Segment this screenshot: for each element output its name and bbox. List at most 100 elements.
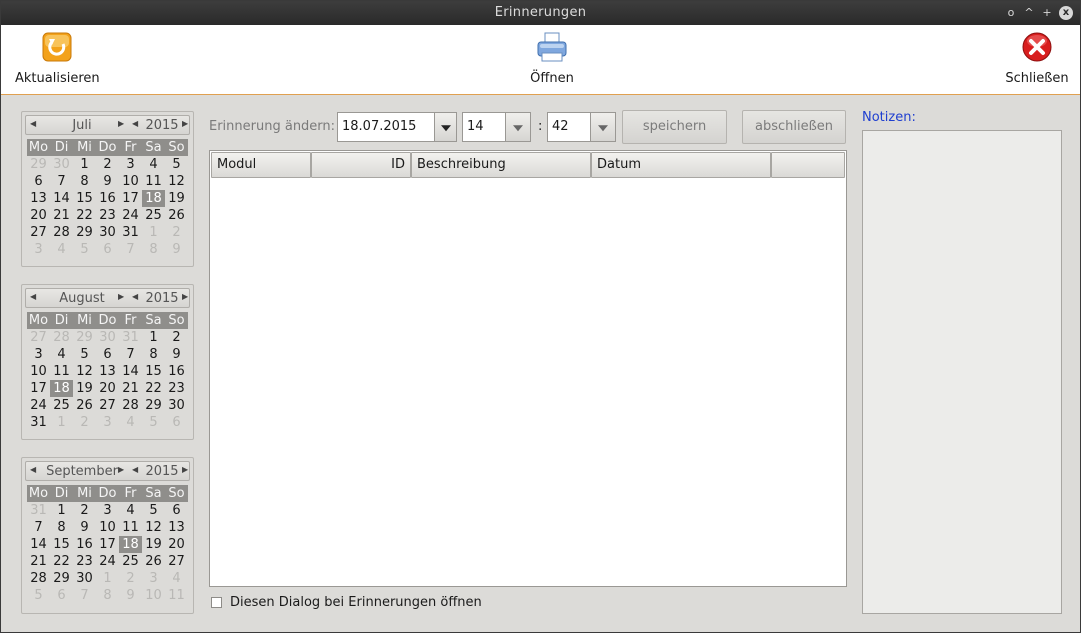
- calendar-day[interactable]: 10: [119, 173, 142, 190]
- calendar-day[interactable]: 28: [119, 397, 142, 414]
- calendar-day[interactable]: 6: [96, 241, 119, 258]
- calendar-day[interactable]: 15: [50, 536, 73, 553]
- calendar-day[interactable]: 30: [165, 397, 188, 414]
- calendar-day[interactable]: 8: [96, 587, 119, 604]
- calendar-day[interactable]: 14: [119, 363, 142, 380]
- calendar-day[interactable]: 10: [27, 363, 50, 380]
- calendar-day[interactable]: 27: [27, 329, 50, 346]
- calendar-day[interactable]: 13: [27, 190, 50, 207]
- calendar-day[interactable]: 19: [73, 380, 96, 397]
- calendar-day[interactable]: 21: [50, 207, 73, 224]
- prev-year-icon[interactable]: ◀: [132, 292, 138, 301]
- calendar-day[interactable]: 9: [165, 346, 188, 363]
- minute-dropdown-button[interactable]: [590, 112, 616, 142]
- calendar-day[interactable]: 11: [142, 173, 165, 190]
- date-dropdown-button[interactable]: [434, 112, 457, 142]
- next-month-icon[interactable]: ▶: [118, 119, 124, 128]
- calendar-day[interactable]: 27: [27, 224, 50, 241]
- reminders-table[interactable]: Modul ID Beschreibung Datum: [209, 150, 847, 587]
- calendar-day[interactable]: 26: [165, 207, 188, 224]
- prev-month-icon[interactable]: ◀: [30, 119, 36, 128]
- calendar-day[interactable]: 8: [73, 173, 96, 190]
- window-close-icon[interactable]: x: [1059, 6, 1073, 20]
- calendar-day[interactable]: 25: [50, 397, 73, 414]
- calendar-day[interactable]: 3: [96, 414, 119, 431]
- calendar-day[interactable]: 23: [96, 207, 119, 224]
- column-header-extra[interactable]: [771, 152, 845, 178]
- next-year-icon[interactable]: ▶: [182, 119, 188, 128]
- calendar-day[interactable]: 4: [119, 502, 142, 519]
- calendar-day[interactable]: 3: [27, 241, 50, 258]
- calendar-day[interactable]: 28: [50, 329, 73, 346]
- calendar-day[interactable]: 1: [73, 156, 96, 173]
- calendar-day[interactable]: 24: [27, 397, 50, 414]
- calendar-day[interactable]: 11: [119, 519, 142, 536]
- calendar-day[interactable]: 12: [73, 363, 96, 380]
- calendar-day[interactable]: 16: [96, 190, 119, 207]
- next-month-icon[interactable]: ▶: [118, 292, 124, 301]
- calendar-day[interactable]: 1: [142, 329, 165, 346]
- next-year-icon[interactable]: ▶: [182, 465, 188, 474]
- calendar-day[interactable]: 8: [142, 346, 165, 363]
- calendar-day[interactable]: 31: [119, 329, 142, 346]
- calendar-day[interactable]: 7: [119, 241, 142, 258]
- calendar-day[interactable]: 15: [73, 190, 96, 207]
- calendar-day[interactable]: 4: [50, 241, 73, 258]
- calendar-day[interactable]: 9: [73, 519, 96, 536]
- calendar-day[interactable]: 3: [27, 346, 50, 363]
- calendar-day[interactable]: 30: [96, 329, 119, 346]
- calendar-day[interactable]: 9: [96, 173, 119, 190]
- calendar-day[interactable]: 26: [142, 553, 165, 570]
- calendar-day[interactable]: 15: [142, 363, 165, 380]
- minute-field[interactable]: 42: [547, 112, 591, 142]
- calendar-day[interactable]: 2: [96, 156, 119, 173]
- calendar-day[interactable]: 2: [119, 570, 142, 587]
- calendar-day[interactable]: 7: [27, 519, 50, 536]
- calendar-day[interactable]: 6: [50, 587, 73, 604]
- calendar-day[interactable]: 2: [73, 502, 96, 519]
- calendar-day[interactable]: 2: [165, 329, 188, 346]
- calendar-day[interactable]: 7: [73, 587, 96, 604]
- calendar-day[interactable]: 18: [142, 190, 165, 207]
- calendar-day[interactable]: 11: [50, 363, 73, 380]
- calendar-day[interactable]: 21: [119, 380, 142, 397]
- calendar-day[interactable]: 3: [142, 570, 165, 587]
- calendar-day[interactable]: 4: [119, 414, 142, 431]
- refresh-button[interactable]: Aktualisieren: [15, 31, 100, 86]
- calendar-day[interactable]: 9: [165, 241, 188, 258]
- calendar-day[interactable]: 17: [27, 380, 50, 397]
- calendar-day[interactable]: 17: [119, 190, 142, 207]
- calendar-day[interactable]: 24: [96, 553, 119, 570]
- calendar-day[interactable]: 23: [73, 553, 96, 570]
- calendar-day[interactable]: 5: [142, 502, 165, 519]
- calendar-day[interactable]: 5: [142, 414, 165, 431]
- calendar-day[interactable]: 29: [27, 156, 50, 173]
- calendar-day[interactable]: 5: [165, 156, 188, 173]
- calendar-day[interactable]: 31: [27, 414, 50, 431]
- calendar-day[interactable]: 11: [165, 587, 188, 604]
- calendar-day[interactable]: 29: [73, 329, 96, 346]
- calendar-day[interactable]: 14: [27, 536, 50, 553]
- calendar-day[interactable]: 31: [119, 224, 142, 241]
- calendar-day[interactable]: 27: [96, 397, 119, 414]
- prev-year-icon[interactable]: ◀: [132, 119, 138, 128]
- calendar-day[interactable]: 30: [73, 570, 96, 587]
- column-header-module[interactable]: Modul: [211, 152, 311, 178]
- calendar-day[interactable]: 4: [165, 570, 188, 587]
- calendar-day[interactable]: 21: [27, 553, 50, 570]
- minimize-icon[interactable]: ^: [1022, 6, 1036, 20]
- calendar-day[interactable]: 31: [27, 502, 50, 519]
- calendar-day[interactable]: 30: [96, 224, 119, 241]
- calendar-day[interactable]: 10: [96, 519, 119, 536]
- calendar-day[interactable]: 12: [165, 173, 188, 190]
- calendar-day[interactable]: 2: [165, 224, 188, 241]
- prev-year-icon[interactable]: ◀: [132, 465, 138, 474]
- calendar-day[interactable]: 9: [119, 587, 142, 604]
- show-dialog-label[interactable]: Diesen Dialog bei Erinnerungen öffnen: [230, 595, 482, 610]
- calendar-day[interactable]: 29: [73, 224, 96, 241]
- column-header-description[interactable]: Beschreibung: [411, 152, 591, 178]
- close-button[interactable]: Schließen: [1003, 31, 1071, 86]
- calendar-day[interactable]: 22: [73, 207, 96, 224]
- calendar-day[interactable]: 6: [165, 414, 188, 431]
- calendar-day[interactable]: 26: [73, 397, 96, 414]
